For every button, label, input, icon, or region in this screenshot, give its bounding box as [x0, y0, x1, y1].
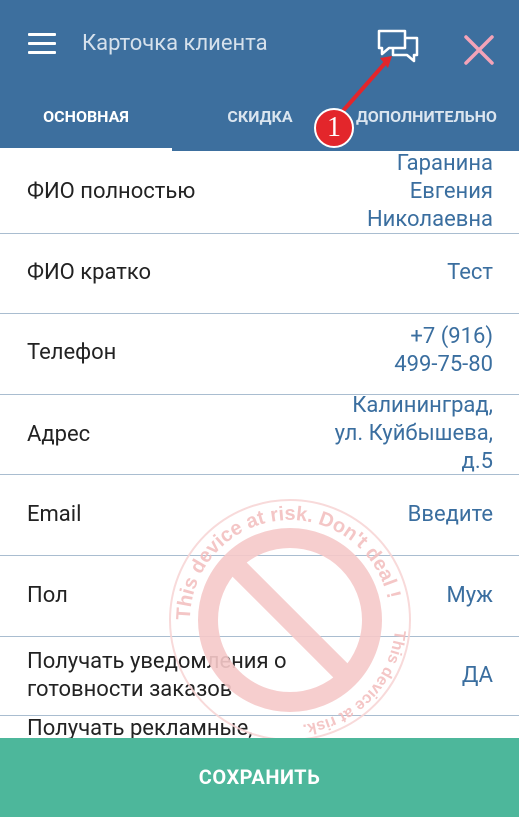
- field-row-short-name[interactable]: ФИО кратко Тест: [0, 234, 519, 314]
- tab-discount[interactable]: СКИДКА: [198, 85, 322, 151]
- save-button[interactable]: СОХРАНИТЬ: [0, 738, 519, 817]
- field-value: Тест: [447, 260, 493, 285]
- tab-main[interactable]: ОСНОВНАЯ: [0, 85, 172, 151]
- field-value: Муж: [446, 583, 493, 608]
- field-row-full-name[interactable]: ФИО полностью Гаранина Евгения Николаевн…: [0, 151, 519, 234]
- field-label: ФИО полностью: [27, 179, 196, 204]
- field-row-ready-notifications[interactable]: Получать уведомления о готовности заказо…: [0, 637, 519, 716]
- client-card-screen: Карточка клиента ОСНОВНАЯ СКИДКА ДОПОЛНИ…: [0, 0, 519, 817]
- page-title: Карточка клиента: [82, 31, 268, 56]
- field-value: Калининград, ул. Куйбышева, д.5: [334, 393, 493, 474]
- field-value: Гаранина Евгения Николаевна: [366, 151, 493, 232]
- field-label: Получать уведомления о готовности заказо…: [27, 649, 287, 702]
- field-label: ФИО кратко: [27, 260, 152, 285]
- app-bar: Карточка клиента: [0, 0, 519, 85]
- field-value: +7 (916) 499-75-80: [394, 324, 493, 377]
- active-tab-indicator: [0, 148, 172, 151]
- tab-bar: ОСНОВНАЯ СКИДКА ДОПОЛНИТЕЛЬНО: [0, 85, 519, 151]
- field-label: Пол: [27, 583, 68, 608]
- field-row-email[interactable]: Email Введите: [0, 475, 519, 556]
- field-row-gender[interactable]: Пол Муж: [0, 556, 519, 637]
- field-row-phone[interactable]: Телефон +7 (916) 499-75-80: [0, 314, 519, 395]
- field-label: Email: [27, 502, 82, 527]
- field-row-address[interactable]: Адрес Калининград, ул. Куйбышева, д.5: [0, 393, 519, 475]
- field-label: Телефон: [27, 340, 117, 365]
- field-value: Введите: [407, 502, 493, 527]
- callout-badge: 1: [314, 108, 354, 148]
- hamburger-menu-icon[interactable]: [28, 33, 56, 55]
- field-value: ДА: [461, 663, 493, 688]
- field-label: Адрес: [27, 422, 91, 447]
- close-icon[interactable]: [462, 33, 496, 67]
